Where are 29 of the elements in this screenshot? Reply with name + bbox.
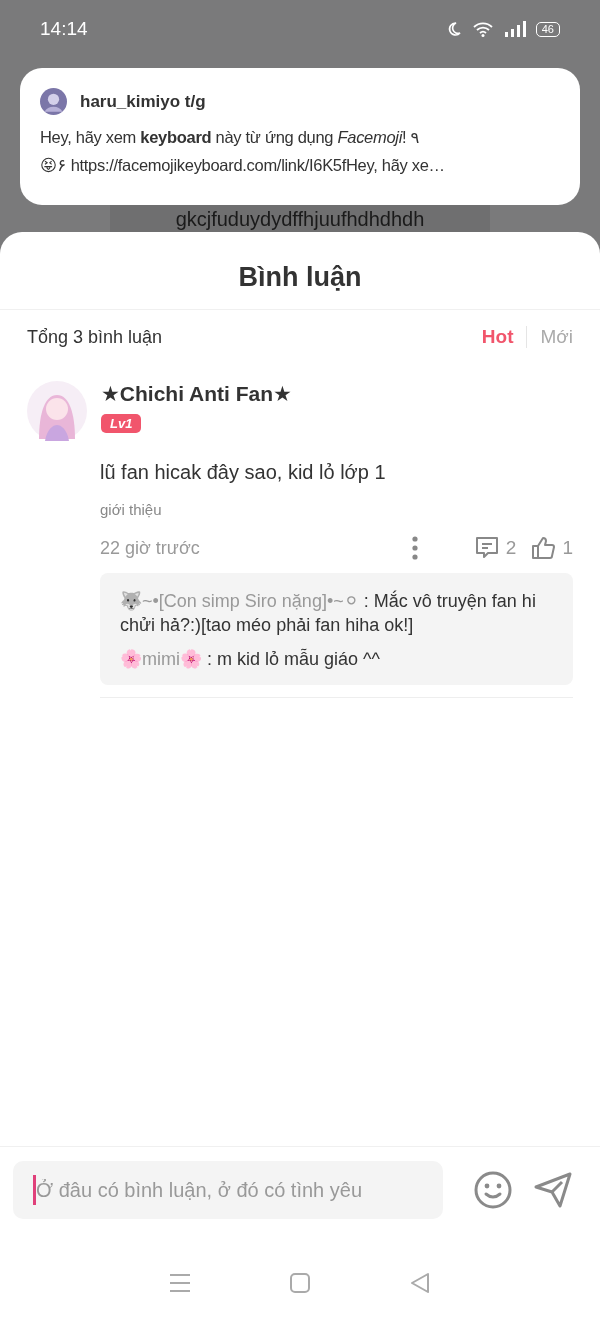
signal-icon: [503, 21, 526, 37]
sort-tab[interactable]: Mới: [540, 326, 573, 348]
reply-text[interactable]: 🌸mimi🌸 : m kid lỏ mẫu giáo ^^: [120, 647, 553, 671]
comment-total: Tổng 3 bình luận: [27, 326, 163, 348]
comment-input[interactable]: Ở đâu có bình luận, ở đó có tình yêu: [13, 1161, 443, 1219]
reply-button[interactable]: 2: [473, 535, 517, 561]
battery-indicator: 46: [535, 21, 560, 37]
intro-link[interactable]: giới thiệu: [100, 501, 162, 518]
comment-author[interactable]: ★Chichi Anti Fan★: [101, 382, 292, 406]
avatar-icon: [27, 381, 87, 441]
menu-icon[interactable]: [169, 1273, 191, 1293]
status-time: 14:14: [40, 18, 88, 40]
avatar-icon: [40, 88, 67, 115]
background-text: gkcjfuduydydffhjuufhdhdhdh: [175, 206, 425, 231]
level-badge: Lv1: [101, 414, 142, 433]
notification-message: 😝۶ https://facemojikeyboard.com/link/I6K5fHey, hãy xe…: [40, 155, 445, 176]
reply-text[interactable]: 🐺~•[Con simp Siro nặng]•~⚪ : Mắc vô truyện fan hi chửi hả?:)[tao méo phải fan hiha ok!]: [120, 589, 553, 637]
comment-text: lũ fan hicak đây sao, kid lỏ lớp 1: [100, 461, 387, 484]
send-icon[interactable]: [533, 1170, 573, 1210]
home-icon[interactable]: [289, 1272, 311, 1294]
sheet-title: Bình luận: [0, 232, 600, 310]
wifi-icon: [471, 21, 494, 37]
emoji-icon[interactable]: [473, 1170, 513, 1210]
back-icon[interactable]: [409, 1272, 431, 1294]
more-icon[interactable]: [411, 536, 418, 560]
notification-sender: haru_kimiyo t/g: [80, 91, 206, 112]
like-button[interactable]: 1: [530, 535, 573, 561]
sort-tab[interactable]: Hot: [481, 326, 514, 348]
comment-time: 22 giờ trước: [100, 537, 201, 559]
